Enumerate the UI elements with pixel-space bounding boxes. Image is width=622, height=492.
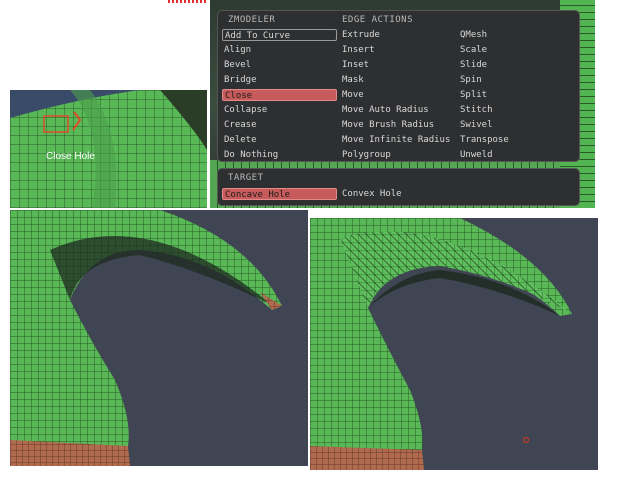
action-qmesh[interactable]: QMesh <box>460 29 487 41</box>
inset-mesh-render <box>10 90 207 208</box>
action-bevel[interactable]: Bevel <box>224 59 251 71</box>
action-delete[interactable]: Delete <box>224 134 257 146</box>
action-transpose[interactable]: Transpose <box>460 134 509 146</box>
mesh-render-after <box>310 218 598 470</box>
zmodeler-panel: ZMODELER EDGE ACTIONS Add To Curve Align… <box>217 10 580 162</box>
edge-actions-header: EDGE ACTIONS <box>342 15 414 25</box>
action-move[interactable]: Move <box>342 89 364 101</box>
inset-viewport <box>10 90 207 208</box>
action-scale[interactable]: Scale <box>460 44 487 56</box>
action-slide[interactable]: Slide <box>460 59 487 71</box>
action-crease[interactable]: Crease <box>224 119 257 131</box>
action-swivel[interactable]: Swivel <box>460 119 493 131</box>
action-close[interactable]: Close <box>222 89 337 101</box>
action-move-auto-radius[interactable]: Move Auto Radius <box>342 104 429 116</box>
action-align[interactable]: Align <box>224 44 251 56</box>
action-split[interactable]: Split <box>460 89 487 101</box>
target-header: TARGET <box>228 173 264 183</box>
action-mask[interactable]: Mask <box>342 74 364 86</box>
target-convex-hole[interactable]: Convex Hole <box>342 188 402 200</box>
action-insert[interactable]: Insert <box>342 44 375 56</box>
action-stitch[interactable]: Stitch <box>460 104 493 116</box>
mesh-render-before <box>10 210 308 466</box>
zmodeler-header: ZMODELER <box>228 15 276 25</box>
action-move-brush-radius[interactable]: Move Brush Radius <box>342 119 434 131</box>
action-bridge[interactable]: Bridge <box>224 74 257 86</box>
action-move-infinite-radius[interactable]: Move Infinite Radius <box>342 134 450 146</box>
action-collapse[interactable]: Collapse <box>224 104 267 116</box>
action-extrude[interactable]: Extrude <box>342 29 380 41</box>
action-unweld[interactable]: Unweld <box>460 149 493 161</box>
action-spin[interactable]: Spin <box>460 74 482 86</box>
action-inset[interactable]: Inset <box>342 59 369 71</box>
action-do-nothing[interactable]: Do Nothing <box>224 149 278 161</box>
target-concave-hole[interactable]: Concave Hole <box>222 188 337 200</box>
target-panel: TARGET Concave Hole Convex Hole <box>217 168 580 206</box>
viewport-after <box>310 218 598 470</box>
action-polygroup[interactable]: Polygroup <box>342 149 391 161</box>
spellcheck-squiggle <box>168 0 206 3</box>
viewport-before <box>10 210 308 466</box>
close-hole-label: Close Hole <box>46 151 95 162</box>
action-add-to-curve[interactable]: Add To Curve <box>222 29 337 41</box>
